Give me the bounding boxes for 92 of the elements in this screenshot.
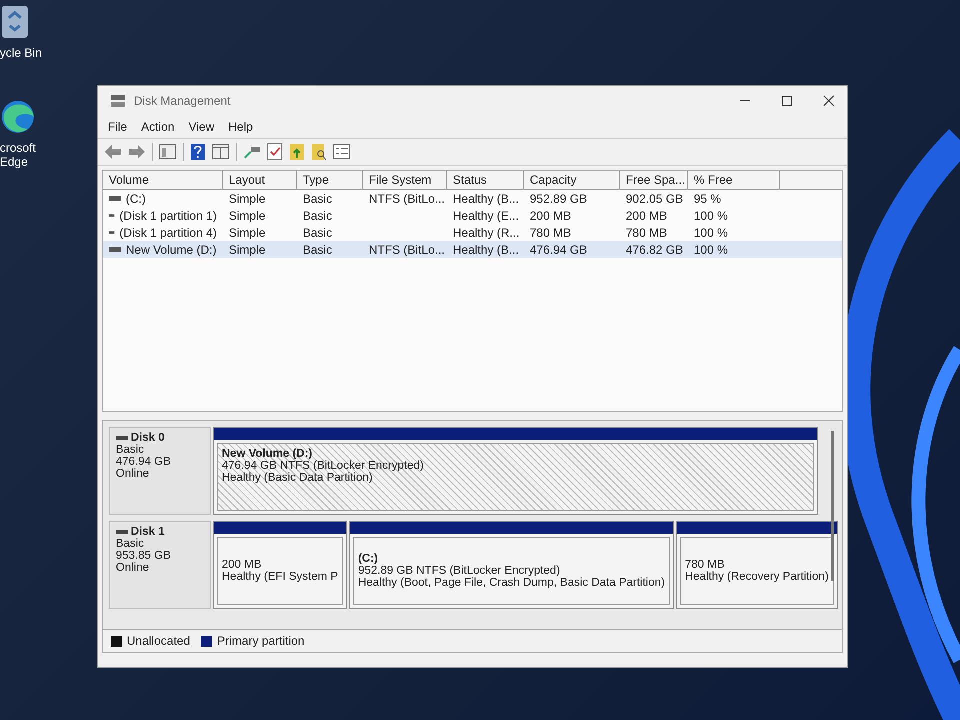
partition-block[interactable]: (C:) 952.89 GB NTFS (BitLocker Encrypted) Healthy (Boot, Page File, Crash Dump, Basic Data Partition) bbox=[349, 521, 674, 609]
disk-detail: Online bbox=[116, 562, 150, 574]
partition-detail: 780 MB bbox=[685, 559, 726, 571]
browser-icon[interactable] bbox=[0, 99, 36, 135]
table-cell: 200 MB bbox=[626, 208, 668, 222]
table-cell: 95 % bbox=[694, 192, 722, 206]
table-cell: NTFS (BitLo... bbox=[369, 192, 446, 206]
table-cell: Healthy (E... bbox=[453, 208, 520, 222]
table-cell: 200 MB bbox=[530, 208, 572, 222]
menu-item[interactable]: File bbox=[102, 118, 134, 136]
partition-title: New Volume (D:) bbox=[222, 448, 314, 460]
table-cell: Simple bbox=[229, 226, 266, 240]
table-cell: Basic bbox=[303, 242, 332, 256]
column-header[interactable]: Status bbox=[447, 171, 524, 190]
disk-name: Disk 1 bbox=[131, 526, 165, 538]
disk-detail: Basic bbox=[116, 444, 146, 456]
disk-detail: 953.85 GB bbox=[116, 550, 172, 562]
table-cell: Simple bbox=[229, 242, 266, 256]
table-cell: 100 % bbox=[694, 242, 728, 256]
column-header[interactable]: File System bbox=[363, 171, 447, 190]
table-cell: 100 % bbox=[694, 226, 728, 240]
table-cell: 902.05 GB bbox=[626, 192, 684, 206]
document-search-icon[interactable] bbox=[311, 143, 327, 161]
partition-title: (C:) bbox=[358, 553, 380, 565]
partition-detail: Healthy (Boot, Page File, Crash Dump, Basic Data Partition) bbox=[358, 577, 666, 589]
maximize-icon[interactable] bbox=[781, 95, 793, 107]
column-header[interactable]: Layout bbox=[223, 171, 297, 190]
scrollbar[interactable] bbox=[831, 431, 834, 581]
menu-item[interactable]: Action bbox=[135, 118, 181, 136]
window-panes-icon[interactable] bbox=[212, 144, 230, 160]
menu-item[interactable]: View bbox=[182, 118, 220, 136]
desktop-icon-label: crosoft bbox=[0, 141, 36, 155]
drive-icon bbox=[109, 196, 121, 202]
back-arrow-icon[interactable] bbox=[104, 144, 122, 160]
disk-info-panel[interactable]: Disk 0 Basic 476.94 GB Online bbox=[109, 427, 211, 515]
partition-detail: Healthy (Recovery Partition) bbox=[685, 571, 829, 583]
table-cell: 476.94 GB bbox=[530, 242, 588, 256]
help-icon[interactable] bbox=[190, 143, 206, 161]
checklist-icon[interactable] bbox=[267, 143, 283, 161]
legend-label: Unallocated bbox=[127, 634, 190, 648]
disk-detail: Basic bbox=[116, 538, 146, 550]
disk-detail: Online bbox=[116, 468, 150, 480]
partition-detail: 952.89 GB NTFS (BitLocker Encrypted) bbox=[358, 565, 562, 577]
drive-icon bbox=[109, 246, 121, 252]
volume-row[interactable]: (Disk 1 partition 1) Simple Basic Healthy (E... 200 MB 200 MB 100 % bbox=[103, 207, 842, 224]
partition-detail: Healthy (EFI System P bbox=[222, 571, 338, 583]
table-cell: Basic bbox=[303, 192, 332, 206]
disk-detail: 476.94 GB bbox=[116, 456, 172, 468]
menu-item[interactable]: Help bbox=[222, 118, 260, 136]
partition-block[interactable]: 200 MB Healthy (EFI System P bbox=[213, 521, 348, 609]
column-header[interactable]: Free Spa... bbox=[620, 171, 688, 190]
app-icon bbox=[110, 94, 126, 108]
table-cell: Healthy (B... bbox=[453, 242, 520, 256]
table-cell: 952.89 GB bbox=[530, 192, 588, 206]
disk-name: Disk 0 bbox=[131, 432, 165, 444]
table-cell: 100 % bbox=[694, 208, 728, 222]
console-tree-icon[interactable] bbox=[159, 144, 177, 160]
table-cell: New Volume (D:) bbox=[126, 242, 217, 256]
volume-row[interactable]: New Volume (D:) Simple Basic NTFS (BitLo... Healthy (B... 476.94 GB 476.82 GB 100 % bbox=[103, 241, 842, 258]
volume-row[interactable]: (Disk 1 partition 4) Simple Basic Healthy (R... 780 MB 780 MB 100 % bbox=[103, 224, 842, 241]
forward-arrow-icon[interactable] bbox=[128, 144, 146, 160]
partition-detail: 200 MB bbox=[222, 559, 263, 571]
table-cell: 780 MB bbox=[530, 226, 572, 240]
partition-detail: 476.94 GB NTFS (BitLocker Encrypted) bbox=[222, 460, 425, 472]
partition-block[interactable]: New Volume (D:) 476.94 GB NTFS (BitLocker Encrypted) Healthy (Basic Data Partition) bbox=[213, 427, 818, 515]
properties-icon[interactable] bbox=[333, 144, 351, 160]
table-cell: (Disk 1 partition 1) bbox=[120, 208, 217, 222]
column-header[interactable]: Volume bbox=[103, 171, 223, 190]
close-icon[interactable] bbox=[823, 95, 835, 107]
table-cell: (Disk 1 partition 4) bbox=[120, 226, 217, 240]
column-header[interactable]: Capacity bbox=[524, 171, 620, 190]
table-cell: NTFS (BitLo... bbox=[369, 242, 446, 256]
desktop-icon-label: Edge bbox=[0, 155, 28, 169]
partition-block[interactable]: 780 MB Healthy (Recovery Partition) bbox=[676, 521, 838, 609]
table-cell: Simple bbox=[229, 208, 266, 222]
legend-label: Primary partition bbox=[217, 634, 305, 648]
desktop-icon-label: ycle Bin bbox=[0, 46, 42, 60]
table-cell: 780 MB bbox=[626, 226, 668, 240]
volume-row[interactable]: (C:) Simple Basic NTFS (BitLo... Healthy (B... 952.89 GB 902.05 GB 95 % bbox=[103, 190, 842, 207]
partition-detail: Healthy (Basic Data Partition) bbox=[222, 472, 374, 484]
column-header[interactable]: Type bbox=[297, 171, 363, 190]
table-cell: Healthy (B... bbox=[453, 192, 520, 206]
disk-info-panel[interactable]: Disk 1 Basic 953.85 GB Online bbox=[109, 521, 211, 609]
table-cell: Basic bbox=[303, 226, 332, 240]
table-cell: Basic bbox=[303, 208, 332, 222]
table-cell: Healthy (R... bbox=[453, 226, 520, 240]
table-cell: 476.82 GB bbox=[626, 242, 684, 256]
window-title: Disk Management bbox=[134, 94, 231, 108]
folder-up-icon[interactable] bbox=[289, 143, 305, 161]
table-cell: Simple bbox=[229, 192, 266, 206]
table-cell: (C:) bbox=[126, 192, 146, 206]
column-header[interactable]: % Free bbox=[688, 171, 780, 190]
